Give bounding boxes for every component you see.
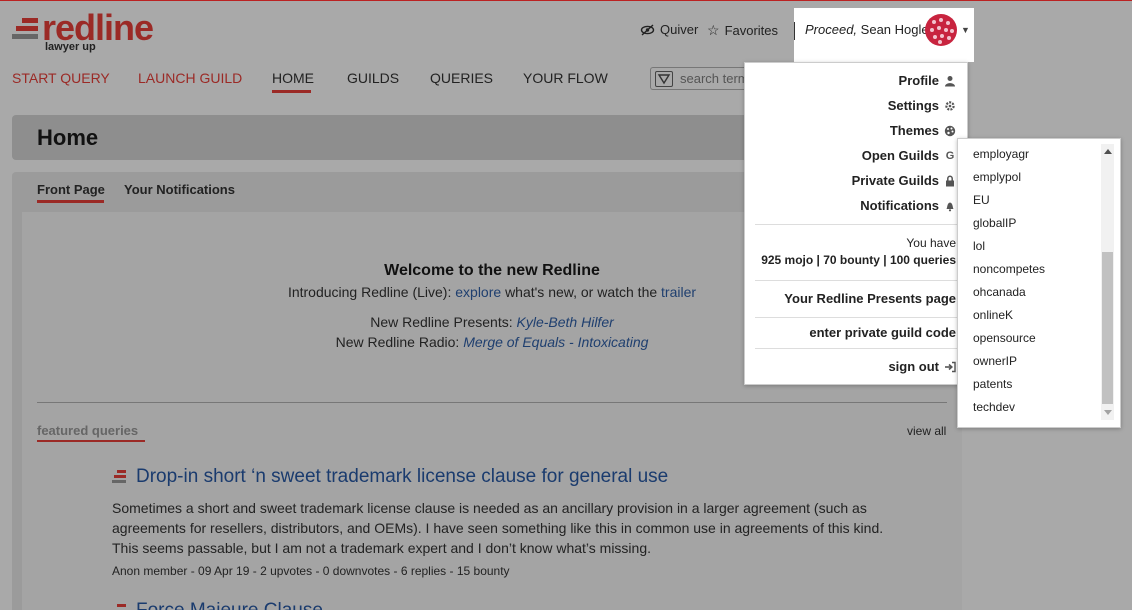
avatar[interactable] xyxy=(925,14,957,46)
bell-icon xyxy=(946,202,954,211)
user-greeting: Proceed, Sean Hogle xyxy=(805,22,929,37)
query-title-link[interactable]: Drop-in short ‘n sweet trademark license… xyxy=(136,466,668,488)
presents-link[interactable]: Kyle-Beth Hilfer xyxy=(517,314,614,330)
menu-item-private-code[interactable]: enter private guild code xyxy=(809,325,956,340)
search-box[interactable]: search terms xyxy=(650,67,755,90)
menu-item-notifications[interactable]: Notifications xyxy=(860,198,956,213)
user-stats: 925 mojo | 70 bounty | 100 queries xyxy=(761,253,956,267)
menu-item-open-guilds[interactable]: Open Guilds G xyxy=(862,148,956,163)
tab-active-indicator xyxy=(37,200,104,203)
guild-list-item[interactable]: globalIP xyxy=(973,216,1045,239)
user-name: Sean Hogle xyxy=(860,22,929,37)
query-logo-icon xyxy=(112,604,126,610)
query-title-link[interactable]: Force Majeure Clause xyxy=(136,600,323,610)
menu-item-label: Themes xyxy=(889,123,939,138)
query-excerpt: Sometimes a short and sweet trademark li… xyxy=(112,500,884,556)
scrollbar[interactable] xyxy=(1101,144,1114,420)
guild-list-item[interactable]: techdev xyxy=(973,400,1045,423)
trailer-link[interactable]: trailer xyxy=(661,284,696,300)
featured-queries-heading: featured queries xyxy=(37,423,139,438)
menu-divider xyxy=(755,317,959,318)
menu-item-themes[interactable]: Themes xyxy=(890,123,956,138)
intro-middle: what's new, or watch the xyxy=(505,284,658,300)
menu-divider xyxy=(755,280,959,281)
person-icon xyxy=(945,75,955,86)
quiver-link[interactable]: Quiver xyxy=(640,22,698,37)
explore-link[interactable]: explore xyxy=(455,284,501,300)
menu-item-private-guilds[interactable]: Private Guilds xyxy=(852,173,956,188)
eye-slash-icon xyxy=(640,23,655,36)
header-divider xyxy=(794,22,795,40)
menu-item-presents-page[interactable]: Your Redline Presents page xyxy=(784,291,956,306)
triangle-down-icon xyxy=(657,74,671,85)
guild-list: employagr emplypol EU globalIP lol noncompete… xyxy=(973,147,1045,423)
radio-prefix: New Redline Radio: xyxy=(335,334,460,350)
page-title: Home xyxy=(37,125,99,150)
view-all-link[interactable]: view all xyxy=(907,424,946,438)
menu-item-profile[interactable]: Profile xyxy=(899,73,956,88)
guild-list-item[interactable]: lol xyxy=(973,239,1045,262)
guild-list-item[interactable]: ohcanada xyxy=(973,285,1045,308)
guild-list-item[interactable]: ownerIP xyxy=(973,354,1045,377)
logo-tagline: lawyer up xyxy=(45,41,96,53)
menu-item-label: Private Guilds xyxy=(851,173,939,188)
lock-icon xyxy=(946,175,954,186)
top-accent-line xyxy=(0,0,1132,1)
chevron-down-icon[interactable]: ▼ xyxy=(961,25,970,35)
guild-list-item[interactable]: EU xyxy=(973,193,1045,216)
nav-start-query[interactable]: START QUERY xyxy=(12,70,110,86)
menu-item-label: Profile xyxy=(898,73,939,88)
guild-list-item[interactable]: employagr xyxy=(973,147,1045,170)
nav-launch-guild[interactable]: LAUNCH GUILD xyxy=(138,70,242,86)
avatar-pattern-icon xyxy=(930,18,954,44)
palette-icon xyxy=(944,125,956,136)
nav-your-flow[interactable]: YOUR FLOW xyxy=(523,70,608,86)
scroll-down-icon[interactable] xyxy=(1104,410,1112,415)
menu-item-label: sign out xyxy=(888,359,939,374)
guild-list-item[interactable]: emplypol xyxy=(973,170,1045,193)
guild-g-icon: G xyxy=(945,149,955,162)
guild-list-item[interactable]: patents xyxy=(973,377,1045,400)
favorites-link[interactable]: ☆ Favorites xyxy=(707,22,778,39)
nav-home-active-indicator xyxy=(272,90,311,93)
nav-home[interactable]: HOME xyxy=(272,70,314,86)
quiver-label: Quiver xyxy=(660,22,699,37)
scrollbar-thumb[interactable] xyxy=(1102,252,1113,404)
tab-front-page[interactable]: Front Page xyxy=(37,182,105,197)
featured-heading-underline xyxy=(37,440,145,442)
menu-item-label: Settings xyxy=(887,98,939,113)
logo-mark-icon xyxy=(12,18,38,40)
intro-prefix: Introducing Redline (Live): xyxy=(287,284,452,300)
menu-item-label: Open Guilds xyxy=(861,148,939,163)
filter-dropdown-icon[interactable] xyxy=(655,71,673,87)
sign-out-icon xyxy=(945,361,956,372)
you-have-label: You have xyxy=(906,236,956,250)
menu-item-settings[interactable]: Settings xyxy=(888,98,956,113)
menu-divider xyxy=(755,224,959,225)
nav-guilds[interactable]: GUILDS xyxy=(347,70,399,86)
gear-icon xyxy=(945,100,955,111)
guild-list-item[interactable]: noncompetes xyxy=(973,262,1045,285)
scroll-up-icon[interactable] xyxy=(1104,149,1112,154)
query-meta: Anon member - 09 Apr 19 - 2 upvotes - 0 … xyxy=(112,564,510,578)
menu-divider xyxy=(755,348,959,349)
presents-prefix: New Redline Presents: xyxy=(370,314,513,330)
menu-item-label: Notifications xyxy=(860,198,939,213)
user-dropdown-menu: Profile Settings Themes Open Guilds G Pr… xyxy=(744,62,968,385)
guild-list-item[interactable]: opensource xyxy=(973,331,1045,354)
query-logo-icon xyxy=(112,470,126,484)
user-menu-toggle[interactable]: Proceed, Sean Hogle ▼ xyxy=(794,8,974,62)
greeting-text: Proceed, xyxy=(805,22,858,37)
guild-submenu: employagr emplypol EU globalIP lol noncompete… xyxy=(957,138,1121,428)
tab-your-notifications[interactable]: Your Notifications xyxy=(124,182,235,197)
guild-list-item[interactable]: onlineK xyxy=(973,308,1045,331)
radio-link[interactable]: Merge of Equals - Intoxicating xyxy=(463,334,648,350)
star-icon: ☆ xyxy=(707,22,720,38)
nav-queries[interactable]: QUERIES xyxy=(430,70,493,86)
section-divider xyxy=(37,402,947,403)
menu-item-sign-out[interactable]: sign out xyxy=(888,359,956,374)
favorites-label: Favorites xyxy=(724,23,779,38)
